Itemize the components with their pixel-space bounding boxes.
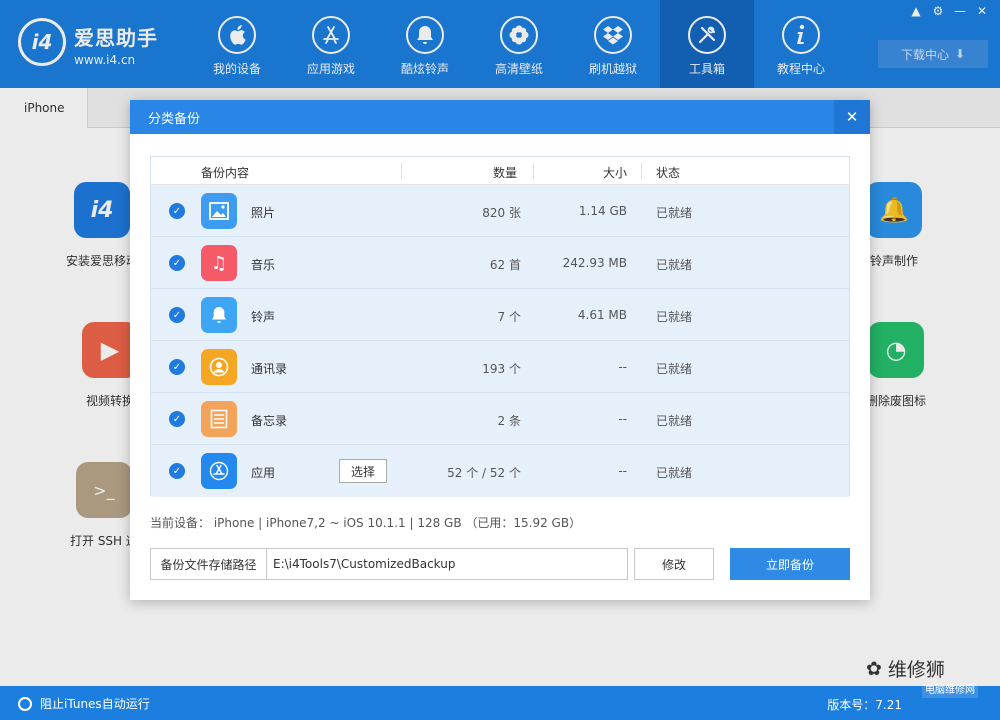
bell-icon [201, 297, 237, 333]
status-bar: 阻止iTunes自动运行 版本号：7.21 [0, 686, 1000, 720]
dialog-header: 分类备份 ✕ [130, 100, 870, 134]
notes-icon [201, 401, 237, 437]
col-divider [641, 163, 642, 179]
table-row[interactable]: ✓ 照片 820 张 1.14 GB 已就绪 [151, 185, 849, 237]
row-status: 已就绪 [656, 466, 693, 480]
modify-path-button[interactable]: 修改 [634, 548, 714, 580]
row-status: 已就绪 [656, 258, 693, 272]
col-content: 备份内容 [201, 166, 250, 180]
col-count: 数量 [493, 166, 518, 180]
checkbox[interactable]: ✓ [169, 203, 185, 219]
backup-table: 备份内容 数量 大小 状态 ✓ 照片 820 张 1.14 GB 已就绪 ✓ ♫… [150, 156, 850, 497]
row-count: 193 个 [482, 362, 521, 376]
row-name: 照片 [251, 206, 276, 220]
device-info: 当前设备： iPhone | iPhone7,2 ~ iOS 10.1.1 | … [150, 516, 582, 530]
checkbox[interactable]: ✓ [169, 255, 185, 271]
row-size: -- [618, 464, 627, 478]
watermark-text: 维修狮 [887, 659, 945, 681]
row-size: 242.93 MB [562, 256, 627, 270]
table-row[interactable]: ✓ 铃声 7 个 4.61 MB 已就绪 [151, 289, 849, 341]
table-row[interactable]: ✓ ♫ 音乐 62 首 242.93 MB 已就绪 [151, 237, 849, 289]
checkbox[interactable]: ✓ [169, 411, 185, 427]
row-count: 820 张 [482, 206, 521, 220]
row-count: 7 个 [497, 310, 521, 324]
table-row[interactable]: ✓ 备忘录 2 条 -- 已就绪 [151, 393, 849, 445]
block-itunes-toggle[interactable]: 阻止iTunes自动运行 [18, 695, 150, 712]
itunes-label: 阻止iTunes自动运行 [40, 697, 150, 711]
photo-icon [201, 193, 237, 229]
contacts-icon [201, 349, 237, 385]
table-row[interactable]: ✓ 应用 选择 52 个 / 52 个 -- 已就绪 [151, 445, 849, 497]
checkbox[interactable]: ✓ [169, 359, 185, 375]
row-name: 音乐 [251, 258, 276, 272]
row-status: 已就绪 [656, 414, 693, 428]
music-icon: ♫ [201, 245, 237, 281]
table-header: 备份内容 数量 大小 状态 [151, 157, 849, 185]
row-status: 已就绪 [656, 362, 693, 376]
app-store-icon [201, 453, 237, 489]
col-size: 大小 [603, 166, 628, 180]
row-count: 2 条 [497, 414, 521, 428]
row-size: -- [618, 412, 627, 426]
col-divider [533, 163, 534, 179]
row-count: 62 首 [489, 258, 521, 272]
wechat-icon: ✿ [866, 657, 882, 680]
row-name: 应用 [251, 466, 276, 480]
row-name: 通讯录 [251, 362, 288, 376]
row-size: 1.14 GB [578, 204, 627, 218]
watermark: ✿ 维修狮 [866, 655, 945, 682]
version-label: 版本号：7.21 [827, 698, 902, 712]
dialog-title: 分类备份 [148, 111, 201, 127]
row-name: 备忘录 [251, 414, 288, 428]
dialog-close-button[interactable]: ✕ [834, 100, 870, 134]
row-status: 已就绪 [656, 310, 693, 324]
row-status: 已就绪 [656, 206, 693, 220]
close-icon: ✕ [845, 108, 859, 126]
col-divider [401, 163, 402, 179]
select-apps-button[interactable]: 选择 [339, 459, 387, 483]
row-name: 铃声 [251, 310, 276, 324]
backup-path-bar: 备份文件存储路径 [150, 548, 628, 580]
path-label: 备份文件存储路径 [151, 549, 267, 579]
row-count: 52 个 / 52 个 [447, 466, 521, 480]
checkbox[interactable]: ✓ [169, 307, 185, 323]
table-row[interactable]: ✓ 通讯录 193 个 -- 已就绪 [151, 341, 849, 393]
watermark-small: 电脑维修网 [922, 684, 978, 698]
backup-now-button[interactable]: 立即备份 [730, 548, 850, 580]
backup-path-input[interactable] [267, 549, 627, 579]
radio-icon [18, 696, 32, 711]
checkbox[interactable]: ✓ [169, 463, 185, 479]
category-backup-dialog: 分类备份 ✕ 备份内容 数量 大小 状态 ✓ 照片 820 张 1.14 GB … [130, 100, 870, 600]
row-size: 4.61 MB [577, 308, 627, 322]
row-size: -- [618, 360, 627, 374]
col-status: 状态 [656, 166, 681, 180]
